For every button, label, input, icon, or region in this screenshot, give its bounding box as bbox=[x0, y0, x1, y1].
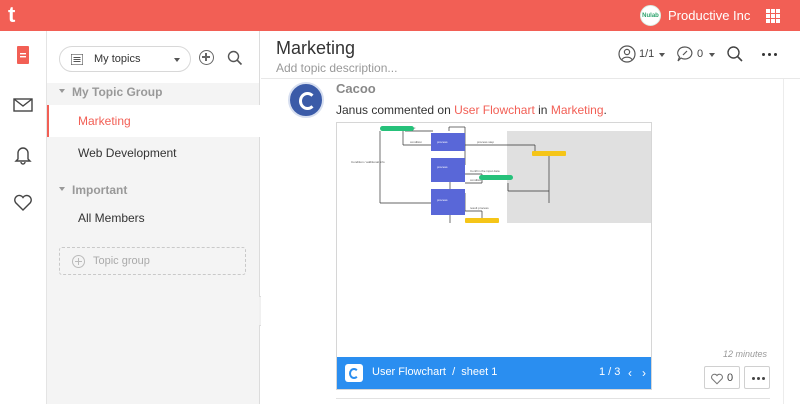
divider bbox=[783, 79, 784, 404]
org-name[interactable]: Productive Inc bbox=[668, 8, 750, 23]
chevron-right-icon[interactable]: › bbox=[642, 366, 646, 380]
app-logo[interactable]: t bbox=[8, 4, 30, 26]
post-target-link[interactable]: User Flowchart bbox=[454, 103, 535, 117]
svg-text:process: process bbox=[437, 140, 448, 144]
new-topic-group-label: Topic group bbox=[93, 255, 150, 267]
topic-group-header[interactable]: Important bbox=[47, 181, 260, 201]
post-topic-link[interactable]: Marketing bbox=[551, 103, 604, 117]
topic-header: Marketing Add topic description... 1/1 0 bbox=[261, 31, 800, 79]
svg-text:process: process bbox=[437, 165, 448, 169]
svg-text:result process: result process bbox=[470, 206, 489, 210]
add-topic-icon[interactable] bbox=[199, 50, 214, 65]
notes-count: 0 bbox=[697, 48, 704, 60]
note-icon bbox=[677, 46, 693, 62]
topic-item-web-development[interactable]: Web Development bbox=[47, 137, 260, 169]
preview-file-name[interactable]: User Flowchart / sheet 1 bbox=[372, 366, 497, 378]
svg-text:process: process bbox=[437, 198, 448, 202]
topics-selector-label: My topics bbox=[94, 53, 141, 65]
preview-page-indicator: 1 / 3 bbox=[599, 366, 621, 378]
list-icon bbox=[71, 54, 83, 65]
main-content: Marketing Add topic description... 1/1 0 bbox=[261, 31, 800, 404]
like-button[interactable]: 0 bbox=[704, 366, 740, 389]
chevron-down-icon bbox=[174, 58, 180, 62]
topic-group-header[interactable]: My Topic Group bbox=[47, 83, 260, 103]
flowchart-thumbnail: label condition process step Condition /… bbox=[351, 126, 651, 223]
caret-down-icon bbox=[59, 187, 65, 191]
topics-panel-header: My topics bbox=[47, 31, 259, 83]
post-actor: Janus bbox=[336, 103, 369, 117]
post-period: . bbox=[603, 103, 607, 117]
like-count: 0 bbox=[727, 372, 734, 384]
topic-group-name: My Topic Group bbox=[72, 85, 163, 99]
chevron-down-icon bbox=[659, 53, 665, 57]
topic-item-marketing[interactable]: Marketing bbox=[47, 105, 260, 137]
cacoo-logo-icon bbox=[345, 364, 363, 382]
topics-icon[interactable] bbox=[11, 43, 35, 67]
topic-item-all-members[interactable]: All Members bbox=[47, 202, 260, 234]
svg-text:condition: condition bbox=[410, 140, 422, 144]
preview-toolbar: User Flowchart / sheet 1 1 / 3 ‹ › bbox=[337, 357, 651, 389]
topics-panel: My topics My Topic Group Marketing Web D… bbox=[47, 31, 260, 404]
org-avatar-text: Nulab bbox=[642, 13, 659, 19]
cacoo-avatar[interactable] bbox=[288, 82, 324, 118]
icon-rail bbox=[0, 31, 47, 404]
search-icon[interactable] bbox=[726, 45, 744, 63]
post-summary: Janus commented on User Flowchart in Mar… bbox=[336, 103, 607, 117]
chevron-down-icon bbox=[709, 53, 715, 57]
apps-grid-icon[interactable] bbox=[766, 9, 780, 23]
search-icon[interactable] bbox=[227, 50, 243, 66]
topic-title[interactable]: Marketing bbox=[276, 38, 355, 59]
user-icon bbox=[618, 45, 636, 63]
post-author[interactable]: Cacoo bbox=[336, 81, 376, 96]
topics-selector[interactable]: My topics bbox=[59, 46, 191, 72]
post-preposition: in bbox=[538, 103, 548, 117]
topic-description-field[interactable]: Add topic description... bbox=[276, 61, 397, 75]
svg-text:Confirm the input data: Confirm the input data bbox=[470, 169, 500, 173]
preview-sheet: sheet 1 bbox=[461, 366, 498, 378]
chevron-left-icon[interactable]: ‹ bbox=[628, 366, 632, 380]
more-options-icon[interactable] bbox=[762, 53, 778, 57]
new-topic-group-button[interactable]: Topic group bbox=[59, 247, 246, 275]
heart-icon bbox=[711, 373, 723, 385]
preview-separator: / bbox=[452, 366, 456, 378]
preview-file: User Flowchart bbox=[372, 366, 446, 378]
diagram-preview[interactable]: label condition process step Condition /… bbox=[336, 122, 652, 390]
svg-text:Condition / additional info: Condition / additional info bbox=[351, 160, 385, 164]
post-timestamp: 12 minutes bbox=[723, 349, 768, 359]
svg-text:process step: process step bbox=[477, 140, 494, 144]
post-more-options-icon[interactable] bbox=[744, 366, 770, 389]
notes-button[interactable]: 0 bbox=[676, 45, 715, 63]
post-verb: commented on bbox=[371, 103, 451, 117]
top-bar: t Nulab Productive Inc bbox=[0, 0, 800, 31]
plus-icon bbox=[72, 255, 85, 268]
caret-down-icon bbox=[59, 89, 65, 93]
bell-icon[interactable] bbox=[11, 142, 35, 166]
topic-group-name: Important bbox=[72, 183, 128, 197]
heart-icon[interactable] bbox=[11, 190, 35, 214]
org-avatar[interactable]: Nulab bbox=[640, 5, 661, 26]
mail-icon[interactable] bbox=[11, 93, 35, 117]
post-divider bbox=[336, 398, 770, 399]
members-count: 1/1 bbox=[639, 48, 655, 60]
